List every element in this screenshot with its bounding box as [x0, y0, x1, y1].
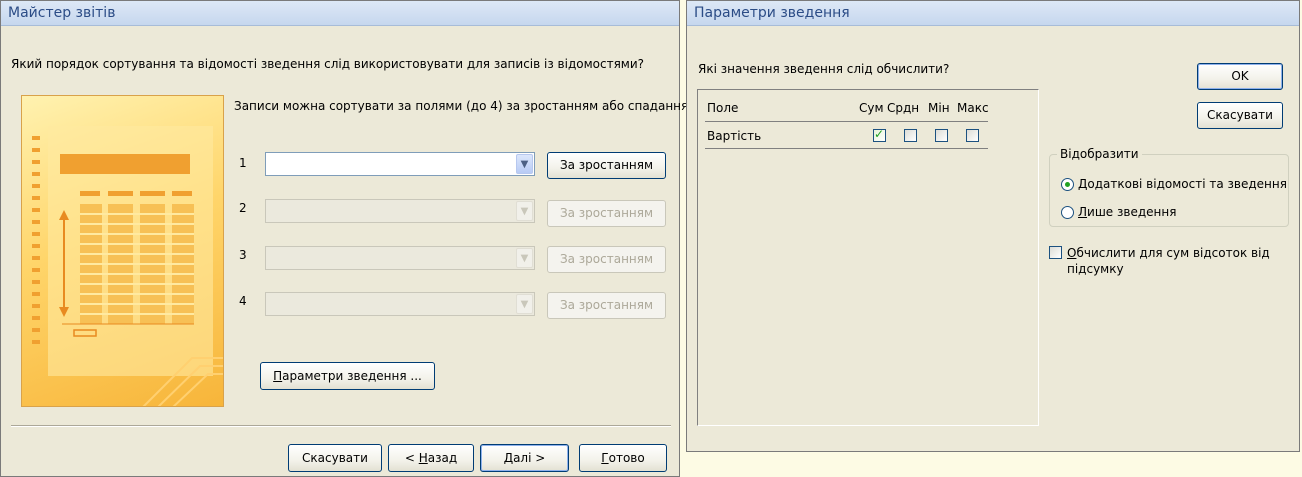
percent-of-total-label-line1[interactable]: Обчислити для сум відсоток від [1067, 246, 1270, 260]
sort-order-3-button[interactable]: За зростанням [547, 246, 666, 273]
chevron-down-icon[interactable]: ▼ [516, 154, 533, 174]
row-divider [705, 148, 988, 149]
sort-field-3-combo[interactable]: ▼ [265, 246, 535, 270]
report-illustration-icon [32, 126, 223, 406]
avg-checkbox[interactable] [904, 129, 917, 142]
sort-row-2-number: 2 [239, 201, 247, 215]
chevron-down-icon[interactable]: ▼ [516, 248, 533, 268]
summary-cancel-button[interactable]: Скасувати [1197, 102, 1283, 129]
chevron-down-icon[interactable]: ▼ [516, 294, 533, 314]
max-checkbox[interactable] [966, 129, 979, 142]
percent-of-total-label-line2[interactable]: підсумку [1067, 262, 1124, 276]
sort-row-1-number: 1 [239, 156, 247, 170]
show-group-legend: Відобразити [1057, 147, 1142, 161]
sort-field-1-combo[interactable]: ▼ [265, 152, 535, 176]
sort-field-2-combo[interactable]: ▼ [265, 199, 535, 223]
wizard-cancel-button[interactable]: Скасувати [288, 444, 382, 472]
finish-mnemonic: Г [601, 451, 609, 465]
summary-options-label: араметри зведення ... [282, 369, 422, 383]
sort-order-4-button[interactable]: За зростанням [547, 292, 666, 319]
detail-and-summary-radio[interactable] [1061, 178, 1074, 191]
chevron-down-icon[interactable]: ▼ [516, 201, 533, 221]
next-mnemonic: Д [503, 451, 514, 465]
column-header-max: Макс [957, 101, 989, 115]
min-checkbox[interactable] [935, 129, 948, 142]
checkmark-icon: ✓ [874, 127, 885, 141]
wizard-finish-button[interactable]: Готово [579, 444, 667, 472]
column-header-avg: Срдн [887, 101, 920, 115]
field-row-label: Вартість [707, 129, 762, 143]
wizard-hint: Записи можна сортувати за полями (до 4) … [234, 99, 702, 113]
report-wizard-title: Майстер звітів [1, 1, 679, 26]
column-header-field: Поле [707, 101, 739, 115]
summary-options-mnemonic: П [273, 369, 283, 383]
radio-selected-dot [1065, 182, 1070, 187]
column-header-min: Мін [928, 101, 950, 115]
back-prefix: < [404, 451, 419, 465]
wizard-question: Який порядок сортування та відомості зве… [11, 57, 645, 71]
wizard-next-button[interactable]: Далі > [480, 444, 569, 472]
wizard-footer-divider [11, 425, 671, 427]
sum-checkbox[interactable]: ✓ [873, 127, 886, 142]
sort-field-4-combo[interactable]: ▼ [265, 292, 535, 316]
percent-label-text: бчислити для сум відсоток від [1076, 246, 1270, 260]
wizard-illustration [21, 95, 224, 407]
sort-order-2-button[interactable]: За зростанням [547, 200, 666, 227]
ok-button[interactable]: OK [1197, 63, 1283, 90]
sort-order-1-button[interactable]: За зростанням [547, 152, 666, 179]
summary-options-title: Параметри зведення [687, 1, 1299, 26]
summary-only-mnemonic: Л [1078, 205, 1088, 219]
next-label: алі > [513, 451, 546, 465]
report-wizard-window: Майстер звітів Який порядок сортування т… [0, 0, 701, 477]
wizard-back-button[interactable]: < Назад [388, 444, 474, 472]
summary-only-label[interactable]: Лише зведення [1078, 205, 1176, 219]
detail-and-summary-label[interactable]: Додаткові відомості та зведення [1078, 177, 1287, 191]
summary-only-text: ише зведення [1087, 205, 1177, 219]
summary-options-window: Параметри зведення Які значення зведення… [686, 0, 1300, 452]
summary-options-button[interactable]: Параметри зведення ... [260, 362, 435, 390]
finish-label: отово [608, 451, 645, 465]
summary-question: Які значення зведення слід обчислити? [698, 62, 950, 76]
sort-row-3-number: 3 [239, 248, 247, 262]
back-label: азад [427, 451, 458, 465]
column-header-sum: Сум [859, 101, 884, 115]
header-divider [705, 121, 988, 122]
summary-only-radio[interactable] [1061, 206, 1074, 219]
back-mnemonic: Н [418, 451, 428, 465]
sort-row-4-number: 4 [239, 294, 247, 308]
percent-of-total-checkbox[interactable] [1049, 246, 1062, 259]
